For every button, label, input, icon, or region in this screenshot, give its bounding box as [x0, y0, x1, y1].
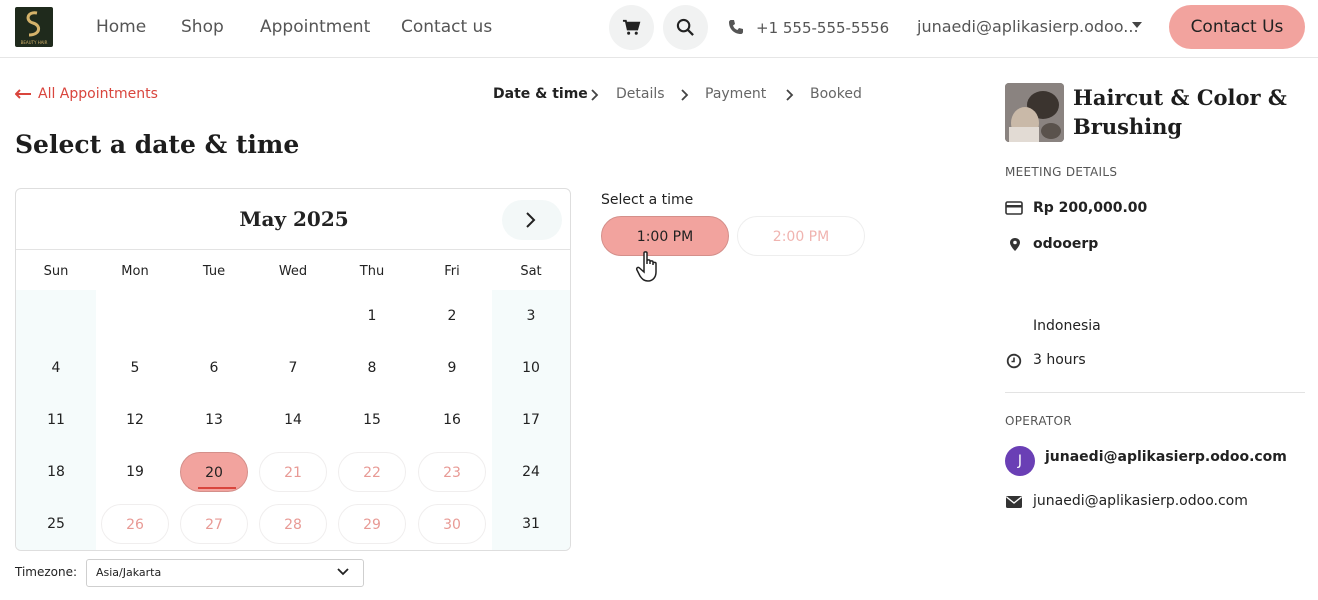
operator-label: OPERATOR [1005, 414, 1072, 428]
contact-us-button[interactable]: Contact Us [1169, 5, 1305, 49]
credit-card-icon [1005, 201, 1023, 215]
calendar-day: 15 [363, 412, 381, 428]
calendar-day: 14 [284, 412, 302, 428]
calendar-day[interactable]: 22 [338, 452, 406, 492]
chevron-down-icon [337, 568, 349, 576]
calendar-day[interactable]: 29 [338, 504, 406, 544]
page-title: Select a date & time [15, 130, 300, 159]
calendar-day: 16 [443, 412, 461, 428]
calendar-day: 10 [522, 360, 540, 376]
meeting-details-label: MEETING DETAILS [1005, 165, 1118, 179]
calendar-day: 6 [209, 360, 219, 376]
step-booked: Booked [810, 86, 862, 102]
calendar-day: 5 [130, 360, 140, 376]
calendar-day: 11 [47, 412, 65, 428]
weekday-header: Wed [278, 264, 308, 279]
arrow-left-icon [15, 89, 31, 99]
step-date-time: Date & time [493, 86, 588, 102]
sidebar-divider [1005, 392, 1305, 393]
timezone-value: Asia/Jakarta [96, 566, 162, 579]
chevron-down-icon[interactable] [1132, 22, 1142, 28]
weekday-header: Tue [202, 264, 226, 279]
calendar-day: 4 [51, 360, 61, 376]
nav-contact-us[interactable]: Contact us [401, 17, 492, 37]
calendar-day: 19 [126, 464, 144, 480]
select-time-label: Select a time [601, 192, 694, 208]
chevron-right-icon [526, 212, 536, 228]
map-pin-icon [1010, 238, 1020, 251]
cart-icon [622, 19, 641, 35]
calendar-day: 12 [126, 412, 144, 428]
weekday-header: Sat [520, 264, 542, 279]
calendar-day: 25 [47, 516, 65, 532]
calendar-day: 3 [526, 308, 536, 324]
search-icon [676, 18, 694, 36]
service-image [1005, 83, 1064, 142]
calendar-day: 1 [367, 308, 377, 324]
search-button[interactable] [663, 5, 708, 50]
time-slot-2pm[interactable]: 2:00 PM [737, 216, 865, 256]
back-link-label: All Appointments [38, 86, 158, 102]
service-country: Indonesia [1033, 318, 1101, 334]
pointer-cursor-icon [636, 251, 657, 282]
calendar-day[interactable]: 27 [180, 504, 248, 544]
chevron-right-icon [591, 89, 599, 101]
next-month-button[interactable] [502, 200, 562, 240]
avatar: J [1005, 446, 1035, 476]
calendar-day: 17 [522, 412, 540, 428]
chevron-right-icon [786, 89, 794, 101]
nav-shop[interactable]: Shop [181, 17, 224, 37]
weekday-header: Sun [43, 264, 69, 279]
timezone-select[interactable]: Asia/Jakarta [86, 559, 364, 587]
clock-icon [1006, 353, 1022, 369]
calendar-day: 31 [522, 516, 540, 532]
time-slot-1pm[interactable]: 1:00 PM [601, 216, 729, 256]
calendar-day[interactable]: 21 [259, 452, 327, 492]
calendar-day[interactable]: 30 [418, 504, 486, 544]
calendar-day[interactable]: 26 [101, 504, 169, 544]
navbar: BEAUTY HAIR Home Shop Appointment Contac… [0, 0, 1318, 58]
calendar-month: May 2025 [239, 207, 349, 231]
calendar-day[interactable]: 23 [418, 452, 486, 492]
cart-button[interactable] [609, 5, 654, 50]
service-location: odooerp [1033, 236, 1099, 252]
calendar-day[interactable]: 28 [259, 504, 327, 544]
nav-home[interactable]: Home [96, 17, 146, 37]
service-price: Rp 200,000.00 [1033, 200, 1148, 216]
logo-text: BEAUTY HAIR [21, 40, 48, 45]
brand-logo[interactable]: BEAUTY HAIR [15, 7, 53, 47]
nav-appointment[interactable]: Appointment [260, 17, 370, 37]
envelope-icon [1006, 496, 1022, 508]
user-menu[interactable]: junaedi@aplikasierp.odoo... [917, 17, 1139, 36]
calendar-day-selected[interactable]: 20 [180, 452, 248, 492]
operator-email[interactable]: junaedi@aplikasierp.odoo.com [1033, 493, 1248, 509]
calendar-day: 9 [447, 360, 457, 376]
weekday-header: Mon [121, 264, 149, 279]
calendar: May 2025 Sun Mon Tue Wed Thu Fri Sat 1 2 3 4 5 6 7 8 9 1… [15, 188, 571, 551]
calendar-day: 2 [447, 308, 457, 324]
calendar-header: May 2025 [16, 189, 570, 250]
phone-icon [729, 20, 743, 34]
weekday-header: Fri [444, 264, 460, 279]
weekday-header: Thu [359, 264, 385, 279]
calendar-day: 8 [367, 360, 377, 376]
step-payment: Payment [705, 86, 767, 102]
step-details: Details [616, 86, 665, 102]
service-duration: 3 hours [1033, 352, 1086, 368]
phone-number: +1 555-555-5556 [756, 19, 890, 37]
calendar-day: 18 [47, 464, 65, 480]
calendar-day: 24 [522, 464, 540, 480]
timezone-label: Timezone: [15, 565, 78, 579]
service-title: Haircut & Color & Brushing [1073, 85, 1287, 139]
operator-name: junaedi@aplikasierp.odoo.com [1045, 449, 1287, 465]
calendar-day: 13 [205, 412, 223, 428]
calendar-day: 7 [288, 360, 298, 376]
chevron-right-icon [681, 89, 689, 101]
